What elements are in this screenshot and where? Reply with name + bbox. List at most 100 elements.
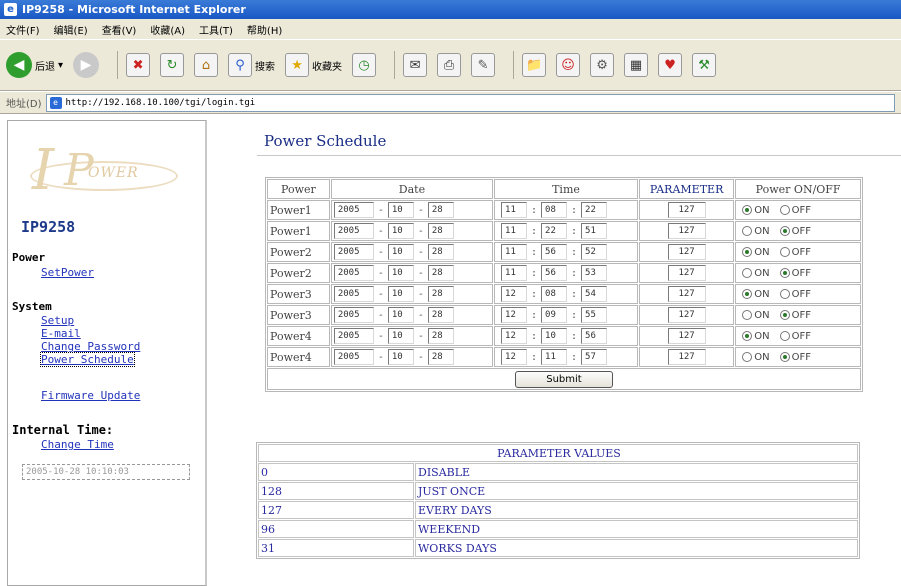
nav-link-change-password[interactable]: Change Password (41, 340, 140, 353)
second-input[interactable]: 52 (581, 244, 608, 260)
nav-link-setpower[interactable]: SetPower (41, 266, 94, 279)
day-input[interactable]: 28 (427, 265, 454, 281)
minute-input[interactable]: 56 (541, 265, 568, 281)
minute-input[interactable]: 10 (541, 328, 568, 344)
history-button[interactable]: ◷ (352, 53, 377, 77)
menu-edit[interactable]: 编辑(E) (54, 22, 88, 37)
second-input[interactable]: 56 (581, 328, 608, 344)
day-input[interactable]: 28 (427, 286, 454, 302)
minute-input[interactable]: 56 (541, 244, 568, 260)
year-input[interactable]: 2005 (333, 265, 374, 281)
submit-button[interactable]: Submit (515, 370, 613, 388)
parameter-input[interactable]: 127 (667, 307, 706, 323)
parameter-input[interactable]: 127 (667, 202, 706, 218)
nav-link-setup[interactable]: Setup (41, 314, 74, 327)
second-input[interactable]: 57 (581, 349, 608, 365)
back-button[interactable]: ◀ 后退 ▾ (6, 52, 63, 78)
radio-off[interactable]: OFF (779, 331, 811, 342)
mail-button[interactable]: ✉ (403, 53, 428, 77)
hour-input[interactable]: 11 (501, 202, 528, 218)
month-input[interactable]: 10 (387, 349, 414, 365)
hour-input[interactable]: 11 (501, 223, 528, 239)
day-input[interactable]: 28 (427, 244, 454, 260)
hour-input[interactable]: 11 (501, 265, 528, 281)
month-input[interactable]: 10 (387, 223, 414, 239)
tools-button[interactable]: ⚒ (692, 53, 717, 77)
day-input[interactable]: 28 (427, 202, 454, 218)
radio-on[interactable]: ON (742, 226, 770, 237)
favorites-button[interactable]: ★ 收藏夹 (285, 53, 342, 77)
parameter-input[interactable]: 127 (667, 244, 706, 260)
second-input[interactable]: 54 (581, 286, 608, 302)
menu-tools[interactable]: 工具(T) (199, 22, 233, 37)
year-input[interactable]: 2005 (333, 244, 374, 260)
nav-link-firmware-update[interactable]: Firmware Update (41, 389, 140, 402)
minute-input[interactable]: 22 (541, 223, 568, 239)
nav-link-power-schedule[interactable]: Power Schedule (40, 352, 135, 367)
second-input[interactable]: 53 (581, 265, 608, 281)
month-input[interactable]: 10 (387, 286, 414, 302)
year-input[interactable]: 2005 (333, 349, 374, 365)
messenger-button[interactable]: ☺ (556, 53, 581, 77)
radio-off[interactable]: OFF (779, 226, 811, 237)
radio-on[interactable]: ON (742, 352, 770, 363)
month-input[interactable]: 10 (387, 265, 414, 281)
minute-input[interactable]: 09 (541, 307, 568, 323)
back-dropdown-icon[interactable]: ▾ (58, 60, 63, 71)
minute-input[interactable]: 11 (541, 349, 568, 365)
home-button[interactable]: ⌂ (194, 53, 219, 77)
parameter-input[interactable]: 127 (667, 328, 706, 344)
menu-view[interactable]: 查看(V) (102, 22, 137, 37)
forward-button[interactable]: ▶ (73, 52, 100, 78)
day-input[interactable]: 28 (427, 328, 454, 344)
year-input[interactable]: 2005 (333, 286, 374, 302)
month-input[interactable]: 10 (387, 244, 414, 260)
address-input[interactable]: e http://192.168.10.100/tgi/login.tgi (45, 93, 895, 112)
month-input[interactable]: 10 (387, 328, 414, 344)
print-button[interactable]: ⎙ (437, 53, 462, 77)
day-input[interactable]: 28 (427, 223, 454, 239)
refresh-button[interactable]: ↻ (160, 53, 185, 77)
month-input[interactable]: 10 (387, 202, 414, 218)
hour-input[interactable]: 11 (501, 244, 528, 260)
research-button[interactable]: ⚙ (590, 53, 615, 77)
hour-input[interactable]: 12 (501, 286, 528, 302)
discuss-button[interactable]: ♥ (658, 53, 683, 77)
search-button[interactable]: ⚲ 搜索 (228, 53, 275, 77)
year-input[interactable]: 2005 (333, 202, 374, 218)
edit-button[interactable]: ✎ (471, 53, 496, 77)
hour-input[interactable]: 12 (501, 349, 528, 365)
day-input[interactable]: 28 (427, 349, 454, 365)
nav-link-email[interactable]: E-mail (41, 327, 81, 340)
year-input[interactable]: 2005 (333, 223, 374, 239)
hour-input[interactable]: 12 (501, 307, 528, 323)
folder-button[interactable]: 📁 (522, 53, 547, 77)
radio-off[interactable]: OFF (779, 268, 811, 279)
parameter-input[interactable]: 127 (667, 286, 706, 302)
minute-input[interactable]: 08 (541, 286, 568, 302)
day-input[interactable]: 28 (427, 307, 454, 323)
nav-link-change-time[interactable]: Change Time (41, 438, 114, 451)
radio-on[interactable]: ON (742, 331, 770, 342)
radio-on[interactable]: ON (742, 205, 770, 216)
radio-off[interactable]: OFF (779, 205, 811, 216)
radio-off[interactable]: OFF (779, 352, 811, 363)
parameter-input[interactable]: 127 (667, 265, 706, 281)
parameter-input[interactable]: 127 (667, 223, 706, 239)
month-input[interactable]: 10 (387, 307, 414, 323)
radio-on[interactable]: ON (742, 268, 770, 279)
second-input[interactable]: 55 (581, 307, 608, 323)
stop-button[interactable]: ✖ (126, 53, 151, 77)
year-input[interactable]: 2005 (333, 328, 374, 344)
hour-input[interactable]: 12 (501, 328, 528, 344)
menu-help[interactable]: 帮助(H) (247, 22, 282, 37)
menu-favorites[interactable]: 收藏(A) (150, 22, 185, 37)
year-input[interactable]: 2005 (333, 307, 374, 323)
radio-off[interactable]: OFF (779, 247, 811, 258)
menu-file[interactable]: 文件(F) (6, 22, 40, 37)
window-button[interactable]: ▦ (624, 53, 649, 77)
radio-on[interactable]: ON (742, 247, 770, 258)
radio-on[interactable]: ON (742, 310, 770, 321)
second-input[interactable]: 51 (581, 223, 608, 239)
parameter-input[interactable]: 127 (667, 349, 706, 365)
